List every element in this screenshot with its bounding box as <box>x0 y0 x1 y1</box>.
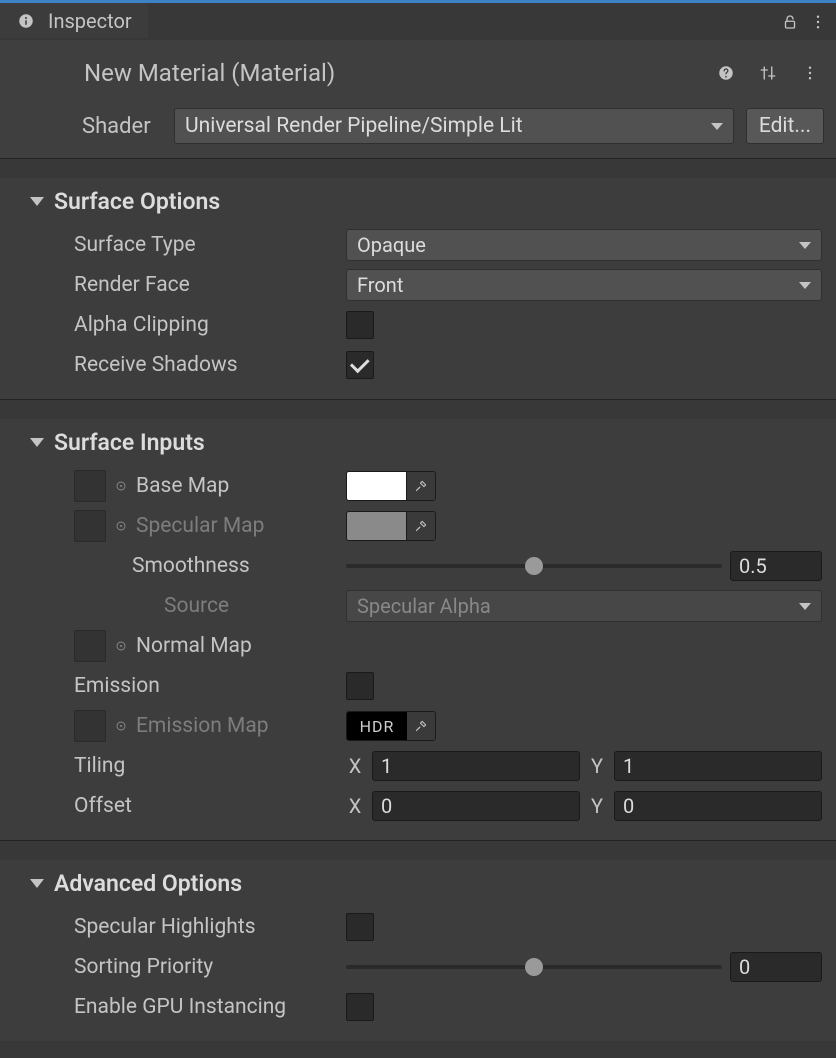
emission-map-texture-slot[interactable] <box>74 710 106 742</box>
section-advanced-options: Advanced Options Specular Highlights Sor… <box>0 860 836 1041</box>
material-preview-thumb[interactable] <box>12 48 72 98</box>
slider-thumb <box>525 958 543 976</box>
kebab-menu-icon[interactable] <box>796 59 824 87</box>
source-label: Source <box>74 594 336 618</box>
specular-map-color[interactable] <box>347 512 407 540</box>
offset-y-input[interactable]: 0 <box>614 791 822 821</box>
axis-x-label: X <box>346 794 364 818</box>
surface-type-label: Surface Type <box>74 233 336 257</box>
gpu-instancing-checkbox[interactable] <box>346 993 374 1021</box>
foldout-icon <box>30 879 44 888</box>
slider-thumb <box>525 557 543 575</box>
emission-map-label-group: Emission Map <box>74 710 336 742</box>
material-title: New Material (Material) <box>84 59 700 87</box>
shader-label: Shader <box>82 114 162 139</box>
smoothness-label: Smoothness <box>74 554 336 578</box>
axis-y-label: Y <box>588 794 606 818</box>
shader-value: Universal Render Pipeline/Simple Lit <box>185 114 523 138</box>
normal-map-texture-slot[interactable] <box>74 630 106 662</box>
tab-bar: Inspector <box>0 0 836 40</box>
render-face-label: Render Face <box>74 273 336 297</box>
receive-shadows-checkbox[interactable] <box>346 351 374 379</box>
chevron-down-icon <box>799 242 811 249</box>
normal-map-label-group: Normal Map <box>74 630 336 662</box>
tab-inspector[interactable]: Inspector <box>0 3 148 40</box>
foldout-icon <box>30 197 44 206</box>
sorting-priority-input[interactable]: 0 <box>730 952 822 982</box>
section-header-surface-inputs[interactable]: Surface Inputs <box>0 425 836 466</box>
section-surface-inputs: Surface Inputs Base Map Specular Map <box>0 419 836 840</box>
sorting-priority-slider[interactable] <box>346 953 722 981</box>
base-map-label-group: Base Map <box>74 470 336 502</box>
emission-label: Emission <box>74 674 336 698</box>
info-icon <box>12 7 40 35</box>
smoothness-slider[interactable] <box>346 552 722 580</box>
specular-highlights-checkbox[interactable] <box>346 913 374 941</box>
chevron-down-icon <box>799 282 811 289</box>
shader-dropdown[interactable]: Universal Render Pipeline/Simple Lit <box>174 108 734 144</box>
tiling-x-input[interactable]: 1 <box>372 751 580 781</box>
gpu-instancing-label: Enable GPU Instancing <box>74 995 336 1019</box>
receive-shadows-label: Receive Shadows <box>74 353 336 377</box>
alpha-clipping-label: Alpha Clipping <box>74 313 336 337</box>
edit-button[interactable]: Edit... <box>746 108 824 144</box>
eyedropper-icon[interactable] <box>407 712 435 740</box>
base-map-color[interactable] <box>347 472 407 500</box>
object-picker-icon[interactable] <box>114 479 128 493</box>
source-dropdown[interactable]: Specular Alpha <box>346 590 822 622</box>
object-picker-icon[interactable] <box>114 639 128 653</box>
section-header-advanced-options[interactable]: Advanced Options <box>0 866 836 907</box>
axis-x-label: X <box>346 754 364 778</box>
section-header-surface-options[interactable]: Surface Options <box>0 184 836 225</box>
preset-icon[interactable] <box>754 59 782 87</box>
tiling-label: Tiling <box>74 754 336 778</box>
axis-y-label: Y <box>588 754 606 778</box>
section-surface-options: Surface Options Surface Type Opaque Rend… <box>0 178 836 399</box>
chevron-down-icon <box>799 603 811 610</box>
base-map-texture-slot[interactable] <box>74 470 106 502</box>
specular-map-label-group: Specular Map <box>74 510 336 542</box>
sorting-priority-label: Sorting Priority <box>74 955 336 979</box>
foldout-icon <box>30 438 44 447</box>
material-header: New Material (Material) Shader Universal… <box>0 40 836 158</box>
lock-icon[interactable] <box>776 8 804 36</box>
tiling-y-input[interactable]: 1 <box>614 751 822 781</box>
specular-highlights-label: Specular Highlights <box>74 915 336 939</box>
tab-label: Inspector <box>48 9 132 33</box>
alpha-clipping-checkbox[interactable] <box>346 311 374 339</box>
smoothness-input[interactable]: 0.5 <box>730 551 822 581</box>
offset-label: Offset <box>74 794 336 818</box>
help-icon[interactable] <box>712 59 740 87</box>
object-picker-icon[interactable] <box>114 719 128 733</box>
chevron-down-icon <box>711 123 723 130</box>
emission-checkbox[interactable] <box>346 672 374 700</box>
eyedropper-icon[interactable] <box>407 512 435 540</box>
offset-x-input[interactable]: 0 <box>372 791 580 821</box>
emission-hdr-color[interactable]: HDR <box>347 712 407 740</box>
object-picker-icon[interactable] <box>114 519 128 533</box>
kebab-menu-icon[interactable] <box>804 8 832 36</box>
specular-map-texture-slot[interactable] <box>74 510 106 542</box>
surface-type-dropdown[interactable]: Opaque <box>346 229 822 261</box>
eyedropper-icon[interactable] <box>407 472 435 500</box>
render-face-dropdown[interactable]: Front <box>346 269 822 301</box>
